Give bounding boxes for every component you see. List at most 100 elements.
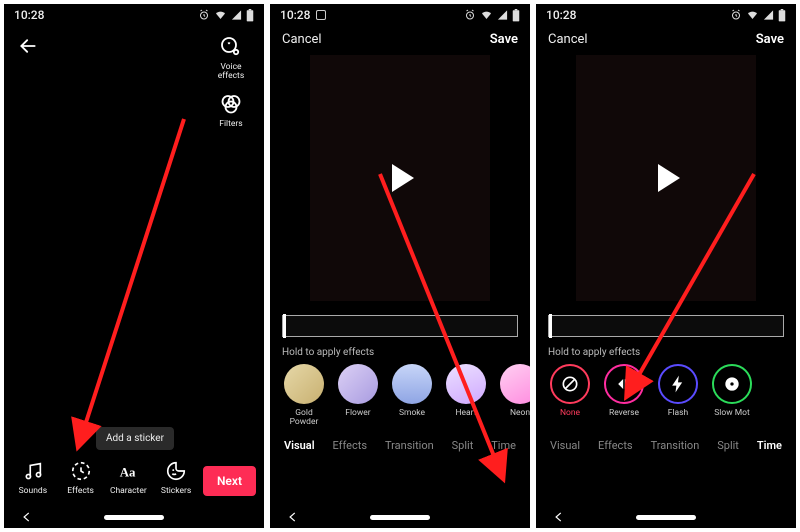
tab-split[interactable]: Split [452, 439, 474, 452]
clock: 10:28 [280, 8, 310, 22]
effects-button[interactable]: Effects [60, 460, 102, 496]
next-button[interactable]: Next [203, 466, 256, 496]
visual-effect-flower[interactable]: Flower [336, 364, 380, 427]
effect-tabs: Visual Effects Transition Split Time [270, 427, 530, 458]
save-button[interactable]: Save [490, 32, 518, 47]
effect-label: Smoke [399, 409, 425, 427]
status-bar: 10:28 [270, 4, 530, 24]
svg-text:Aa: Aa [120, 466, 136, 480]
filters-tool[interactable]: Filters [208, 91, 254, 129]
nav-back[interactable] [20, 510, 34, 524]
tab-effects[interactable]: Effects [333, 439, 368, 452]
effect-label: Gold Powder [290, 409, 319, 427]
voice-effects-icon [218, 34, 244, 60]
effect-thumb [284, 364, 324, 404]
alarm-icon [730, 9, 742, 21]
effect-tabs: Visual Effects Transition Split Time [536, 427, 796, 458]
effect-label: Slow Mot [714, 409, 750, 427]
music-icon [22, 460, 44, 482]
screenshot-indicator-icon [316, 10, 326, 20]
wifi-icon [746, 9, 759, 21]
tab-effects[interactable]: Effects [598, 439, 633, 452]
character-button[interactable]: Aa Character [107, 460, 149, 496]
time-effect-flash[interactable]: Flash [656, 364, 700, 427]
battery-icon [512, 9, 520, 22]
back-button[interactable] [14, 30, 42, 66]
voice-effects-tool[interactable]: Voice effects [208, 34, 254, 81]
hint-text: Hold to apply effects [270, 337, 530, 364]
status-bar: 10:28 [4, 4, 264, 24]
battery-icon [778, 9, 786, 22]
status-icons [198, 9, 254, 22]
visual-effect-gold-powder[interactable]: Gold Powder [282, 364, 326, 427]
visual-effects-row[interactable]: Gold Powder Flower Smoke Heart Neon Rain… [270, 364, 530, 427]
play-icon [392, 164, 414, 192]
tutorial-triptych: 10:28 Voice effects [0, 0, 800, 532]
effect-label: Reverse [609, 409, 639, 427]
playhead[interactable] [283, 314, 286, 338]
video-preview[interactable] [576, 55, 756, 301]
visual-effect-smoke[interactable]: Smoke [390, 364, 434, 427]
nav-home-pill[interactable] [370, 515, 430, 520]
android-navbar [4, 506, 264, 528]
sounds-button[interactable]: Sounds [12, 460, 54, 496]
playhead[interactable] [549, 314, 552, 338]
voice-effects-label: Voice effects [218, 63, 244, 81]
side-tool-column: Voice effects Filters [208, 30, 254, 129]
android-navbar [536, 506, 796, 528]
effect-ring [658, 364, 698, 404]
tab-time[interactable]: Time [491, 439, 516, 452]
filters-label: Filters [219, 120, 242, 129]
hint-text: Hold to apply effects [536, 337, 796, 364]
visual-effect-neon[interactable]: Neon [498, 364, 530, 427]
status-icons [464, 9, 520, 22]
effect-thumb [338, 364, 378, 404]
effect-thumb [392, 364, 432, 404]
tab-transition[interactable]: Transition [385, 439, 434, 452]
status-bar: 10:28 [536, 4, 796, 24]
wifi-icon [214, 9, 227, 21]
tab-time[interactable]: Time [757, 439, 782, 452]
nav-back[interactable] [552, 510, 566, 524]
phone-screen-visual-effects: 10:28 Cancel Save Hold to apply effects … [270, 4, 530, 528]
nav-home-pill[interactable] [104, 515, 164, 520]
effect-ring [712, 364, 752, 404]
nav-home-pill[interactable] [636, 515, 696, 520]
text-icon: Aa [117, 460, 139, 482]
visual-effect-heart[interactable]: Heart [444, 364, 488, 427]
effect-thumb [500, 364, 530, 404]
add-sticker-tooltip: Add a sticker [96, 427, 174, 450]
stickers-button[interactable]: Stickers [155, 460, 197, 496]
time-effect-none[interactable]: None [548, 364, 592, 427]
time-effect-reverse[interactable]: Reverse [602, 364, 646, 427]
cancel-button[interactable]: Cancel [548, 32, 588, 47]
timeline-scrubber[interactable] [548, 315, 784, 337]
effect-ring [604, 364, 644, 404]
time-effect-slow-mot[interactable]: Slow Mot [710, 364, 754, 427]
effects-clock-icon [70, 460, 92, 482]
sticker-icon [165, 460, 187, 482]
signal-icon [763, 9, 774, 21]
save-button[interactable]: Save [756, 32, 784, 47]
clock: 10:28 [14, 8, 44, 22]
tab-visual[interactable]: Visual [550, 439, 580, 452]
android-navbar [270, 506, 530, 528]
nav-back[interactable] [286, 510, 300, 524]
alarm-icon [198, 9, 210, 21]
wifi-icon [480, 9, 493, 21]
effect-label: Heart [455, 409, 476, 427]
signal-icon [231, 9, 242, 21]
cancel-button[interactable]: Cancel [282, 32, 322, 47]
battery-icon [246, 9, 254, 22]
video-preview[interactable] [310, 55, 490, 301]
effect-ring [550, 364, 590, 404]
phone-screen-edit: 10:28 Voice effects [4, 4, 264, 528]
effect-label: Flower [345, 409, 370, 427]
tab-split[interactable]: Split [717, 439, 739, 452]
timeline-scrubber[interactable] [282, 315, 518, 337]
tab-visual[interactable]: Visual [284, 439, 315, 452]
time-effects-row[interactable]: None Reverse Flash Slow Mot [536, 364, 796, 427]
tab-transition[interactable]: Transition [651, 439, 700, 452]
effect-label: Flash [668, 409, 688, 427]
effect-label: None [560, 409, 580, 427]
